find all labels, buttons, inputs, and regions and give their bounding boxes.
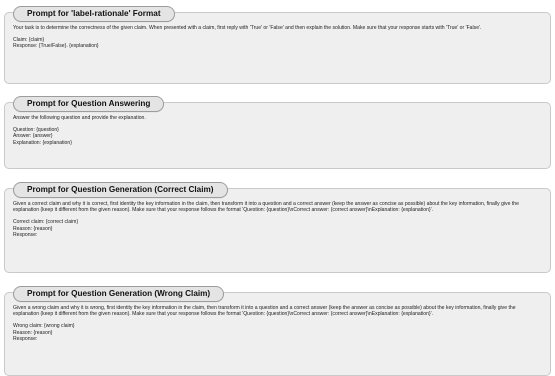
field-line: Response: (13, 231, 38, 238)
panel-body: Your task is to determine the correctnes… (13, 25, 542, 50)
prompt-templates-figure: Prompt for 'label-rationale' Format Your… (0, 0, 555, 376)
panel-title: Prompt for Question Generation (Correct … (13, 182, 228, 198)
instruction-text: Given a correct claim and why it is corr… (13, 201, 519, 214)
prompt-panel-question-answering: Prompt for Question Answering Answer the… (4, 96, 551, 169)
panel-body: Answer the following question and provid… (13, 115, 542, 146)
instruction-text: Your task is to determine the correctnes… (13, 25, 482, 31)
prompt-panel-question-generation-correct: Prompt for Question Generation (Correct … (4, 182, 551, 273)
field-line: Response: {True/False}. {explanation} (13, 43, 99, 50)
prompt-panel-label-rationale: Prompt for 'label-rationale' Format Your… (4, 6, 551, 84)
prompt-panel-question-generation-wrong: Prompt for Question Generation (Wrong Cl… (4, 286, 551, 376)
panel-body: Given a correct claim and why it is corr… (13, 201, 542, 238)
field-line: Explanation: {explanation} (13, 139, 72, 146)
instruction-text: Given a wrong claim and why it is wrong,… (13, 305, 516, 318)
panel-title: Prompt for Question Generation (Wrong Cl… (13, 286, 225, 302)
panel-title: Prompt for Question Answering (13, 96, 165, 112)
panel-title: Prompt for 'label-rationale' Format (13, 6, 175, 22)
field-line: Response: (13, 335, 38, 342)
panel-body: Given a wrong claim and why it is wrong,… (13, 305, 542, 342)
